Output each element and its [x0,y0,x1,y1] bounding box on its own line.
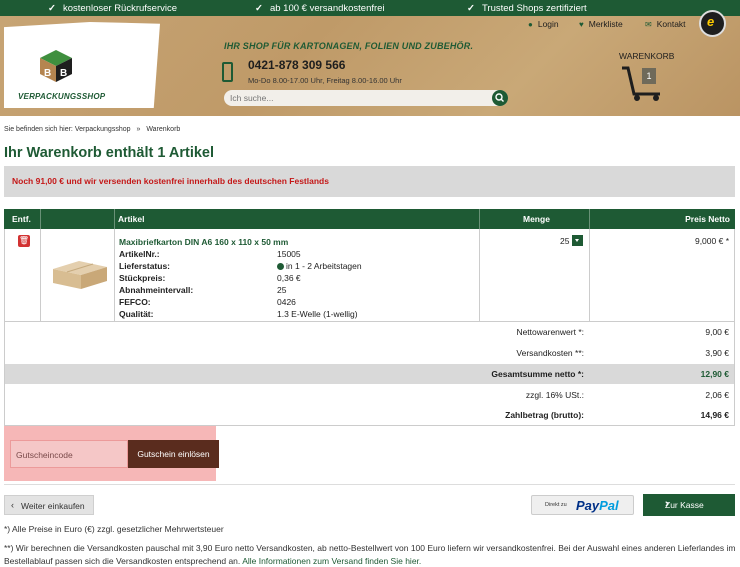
paypal-logo: PayPal [576,498,619,513]
cart-count-badge[interactable]: 1 [642,68,656,84]
opening-hours: Mo-Do 8.00-17.00 Uhr, Freitag 8.00-16.00… [248,76,402,85]
top-bar: ✓ kostenloser Rückrufservice ✓ ab 100 € ve… [0,0,740,16]
remove-item-button[interactable]: 🗑 [18,235,30,247]
check-icon: ✓ [48,3,56,14]
total-net-sum: Gesamtsumme netto *: 12,90 € [5,364,734,384]
topbar-item-trusted: ✓ Trusted Shops zertifiziert [467,3,587,14]
item-price: 9,000 € * [694,236,729,246]
mail-icon: ✉ [645,20,652,29]
svg-text:B: B [60,68,67,79]
phone-number[interactable]: 0421-878 309 566 [248,58,345,72]
totals-section: Nettowarenwert *: 9,00 € Versandkosten **… [4,322,735,426]
quantity-value[interactable]: 25 [560,236,569,246]
breadcrumb: Sie befinden sich hier: Verpackungsshop … [4,126,181,133]
status-dot-icon [277,263,284,270]
slogan: IHR SHOP FÜR KARTONAGEN, FOLIEN UND ZUBE… [224,41,474,51]
coupon-box: Gutscheincode Gutschein einlösen [4,426,219,481]
phone-icon [222,62,233,82]
breadcrumb-separator: » [136,126,141,133]
page-title: Ihr Warenkorb enthält 1 Artikel [4,145,215,161]
chevron-right-icon: › [665,498,669,510]
check-icon: ✓ [255,3,263,14]
total-gross: Zahlbetrag (brutto): 14,96 € [505,410,729,420]
table-row: 🗑 Maxibriefkarton DIN A6 160 x 110 x 50 … [4,229,735,322]
user-icon: ● [528,20,533,29]
breadcrumb-item-cart[interactable]: Warenkorb [146,126,180,133]
cart-label[interactable]: WARENKORB [619,51,674,61]
paypal-button[interactable]: Direkt zu PayPal [531,495,634,515]
topbar-item-callback: ✓ kostenloser Rückrufservice [48,3,178,14]
total-vat: zzgl. 16% USt.: 2,06 € [525,390,729,400]
logo-icon[interactable]: B B [38,48,74,84]
continue-shopping-button[interactable]: ‹ Weiter einkaufen [4,495,94,515]
product-name[interactable]: Maxibriefkarton DIN A6 160 x 110 x 50 mm [119,237,288,247]
search-input[interactable] [230,91,490,105]
cart-table-header: Entf. Artikel Menge Preis Netto [4,209,735,229]
shipping-info-link[interactable]: Alle Informationen zum Versand finden Si… [242,556,421,566]
header-quantity: Menge [523,214,550,224]
svg-text:B: B [44,68,51,79]
heart-icon: ♥ [579,20,584,29]
price-note: *) Alle Preise in Euro (€) zzgl. gesetzl… [4,524,224,534]
login-link[interactable]: ● Login [528,19,559,29]
shipping-notice: Noch 91,00 € und wir versenden kostenfre… [4,166,735,197]
total-shipping: Versandkosten **: 3,90 € [516,348,729,358]
divider [4,484,735,485]
logo-text[interactable]: VERPACKUNGSSHOP [18,92,105,101]
coupon-input[interactable]: Gutscheincode [10,440,128,468]
header-remove: Entf. [12,214,31,224]
search-bar [224,90,508,106]
shipping-note: **) Wir berechnen die Versandkosten paus… [4,543,736,566]
trusted-shops-icon: e [707,14,715,29]
topbar-item-shipping: ✓ ab 100 € versandkostenfrei [255,3,385,14]
total-net-value: Nettowarenwert *: 9,00 € [516,327,729,337]
header-price: Preis Netto [685,214,730,224]
contact-link[interactable]: ✉ Kontakt [645,19,686,29]
trash-icon: 🗑 [18,236,30,245]
wishlist-link[interactable]: ♥ Merkliste [579,19,623,29]
chevron-left-icon: ‹ [11,500,14,510]
breadcrumb-item-home[interactable]: Verpackungsshop [75,126,131,133]
check-icon: ✓ [467,3,475,14]
trusted-shops-badge[interactable]: e [699,10,726,37]
search-icon [495,93,504,102]
quantity-dropdown-button[interactable] [572,235,583,246]
product-image[interactable] [49,257,111,293]
header-article: Artikel [118,214,145,224]
search-button[interactable] [492,90,508,106]
checkout-button[interactable]: Zur Kasse › [643,494,735,516]
redeem-coupon-button[interactable]: Gutschein einlösen [128,440,219,468]
